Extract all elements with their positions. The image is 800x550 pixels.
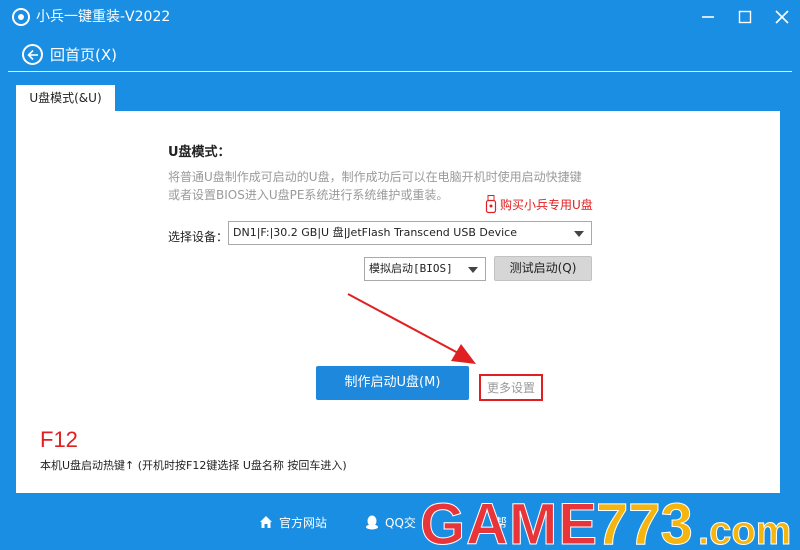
- arrow-left-icon[interactable]: [22, 44, 43, 65]
- official-site-label: 官方网站: [279, 516, 328, 530]
- maximize-icon[interactable]: [733, 6, 757, 28]
- make-boot-usb-button[interactable]: 制作启动U盘(M): [316, 366, 469, 400]
- more-settings-link[interactable]: 更多设置: [487, 380, 535, 396]
- nav-bar: 回首页(X): [0, 36, 800, 74]
- test-boot-button[interactable]: 测试启动(Q): [494, 256, 592, 281]
- home-icon: [260, 516, 272, 528]
- svg-text:773: 773: [596, 494, 693, 550]
- boot-mode-value: 模拟启动[BIOS]: [369, 262, 453, 275]
- boot-hotkey: F12: [40, 427, 78, 452]
- close-icon[interactable]: [770, 6, 794, 28]
- chevron-down-icon: [574, 231, 584, 237]
- boot-mode-select[interactable]: 模拟启动[BIOS]: [364, 257, 486, 281]
- qq-group-label: QQ交: [385, 516, 416, 530]
- back-home-link[interactable]: 回首页(X): [50, 45, 117, 65]
- device-label: 选择设备：: [168, 230, 229, 244]
- svg-text:.com: .com: [698, 509, 791, 550]
- red-arrow-icon: [347, 293, 476, 364]
- svg-text:GAME: GAME: [420, 494, 598, 550]
- description-line: 将普通U盘制作成可启动的U盘，制作成功后可以在电脑开机时使用启动快捷键: [168, 170, 582, 184]
- chevron-down-icon: [468, 267, 478, 273]
- soldier-logo-icon: [12, 8, 30, 26]
- usb-drive-icon: [485, 195, 497, 214]
- minimize-icon[interactable]: [696, 6, 720, 28]
- tab-usb-mode[interactable]: U盘模式(&U): [16, 85, 115, 112]
- nav-divider: [8, 71, 792, 72]
- section-heading: U盘模式：: [168, 145, 231, 160]
- device-select-value: DN1|F:|30.2 GB|U 盘|JetFlash Transcend US…: [233, 226, 517, 239]
- window-title: 小兵一键重装-V2022: [36, 9, 171, 25]
- buy-usb-label: 购买小兵专用U盘: [500, 198, 593, 212]
- device-select[interactable]: DN1|F:|30.2 GB|U 盘|JetFlash Transcend US…: [228, 221, 592, 245]
- help-label: 帮: [495, 516, 508, 530]
- qq-penguin-icon: [366, 515, 378, 530]
- title-bar: 小兵一键重装-V2022: [0, 0, 800, 36]
- watermark-logo: GAME 773 .com: [418, 494, 800, 550]
- hotkey-note: 本机U盘启动热键↑ (开机时按F12键选择 U盘名称 按回车进入): [40, 459, 347, 472]
